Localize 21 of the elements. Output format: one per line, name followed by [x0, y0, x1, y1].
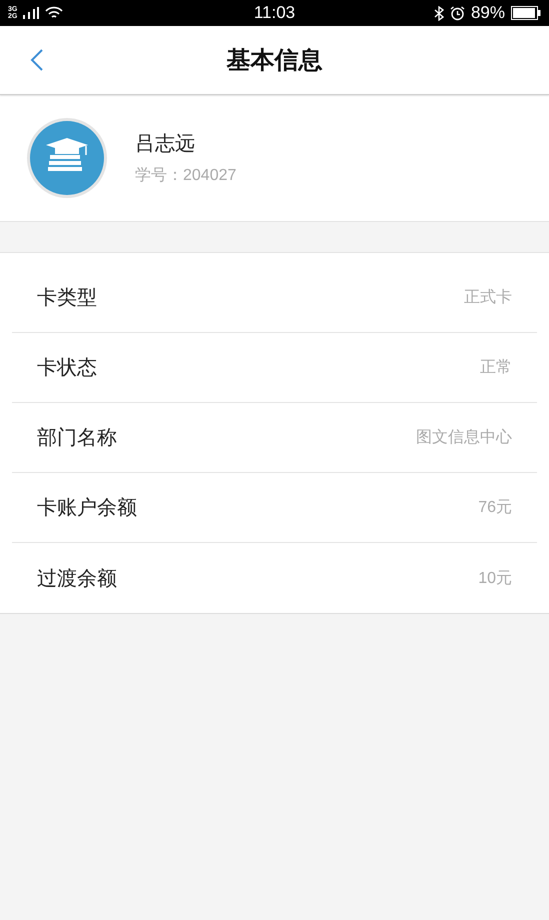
student-id: 学号：204027: [135, 166, 236, 186]
bluetooth-icon: [434, 6, 444, 20]
field-label: 过渡余额: [37, 566, 117, 592]
wifi-icon: [45, 6, 64, 20]
field-label: 卡状态: [37, 356, 97, 381]
battery-icon: [511, 6, 541, 20]
battery-percent: 89%: [470, 3, 505, 23]
field-value: 正式卡: [464, 288, 512, 308]
field-value: 76元: [478, 498, 512, 518]
field-label: 卡账户余额: [37, 496, 137, 521]
signal-icon: [23, 7, 40, 19]
page-title: 基本信息: [226, 46, 322, 76]
alarm-icon: [450, 6, 465, 20]
field-value: 10元: [478, 568, 512, 588]
student-name: 吕志远: [135, 132, 196, 157]
field-label: 部门名称: [37, 426, 117, 451]
field-label: 卡类型: [37, 286, 97, 311]
clock-time: 11:03: [254, 3, 296, 23]
field-value: 正常: [480, 358, 512, 378]
field-value: 图文信息中心: [416, 428, 512, 448]
graduation-cap-avatar-icon: [26, 117, 108, 199]
